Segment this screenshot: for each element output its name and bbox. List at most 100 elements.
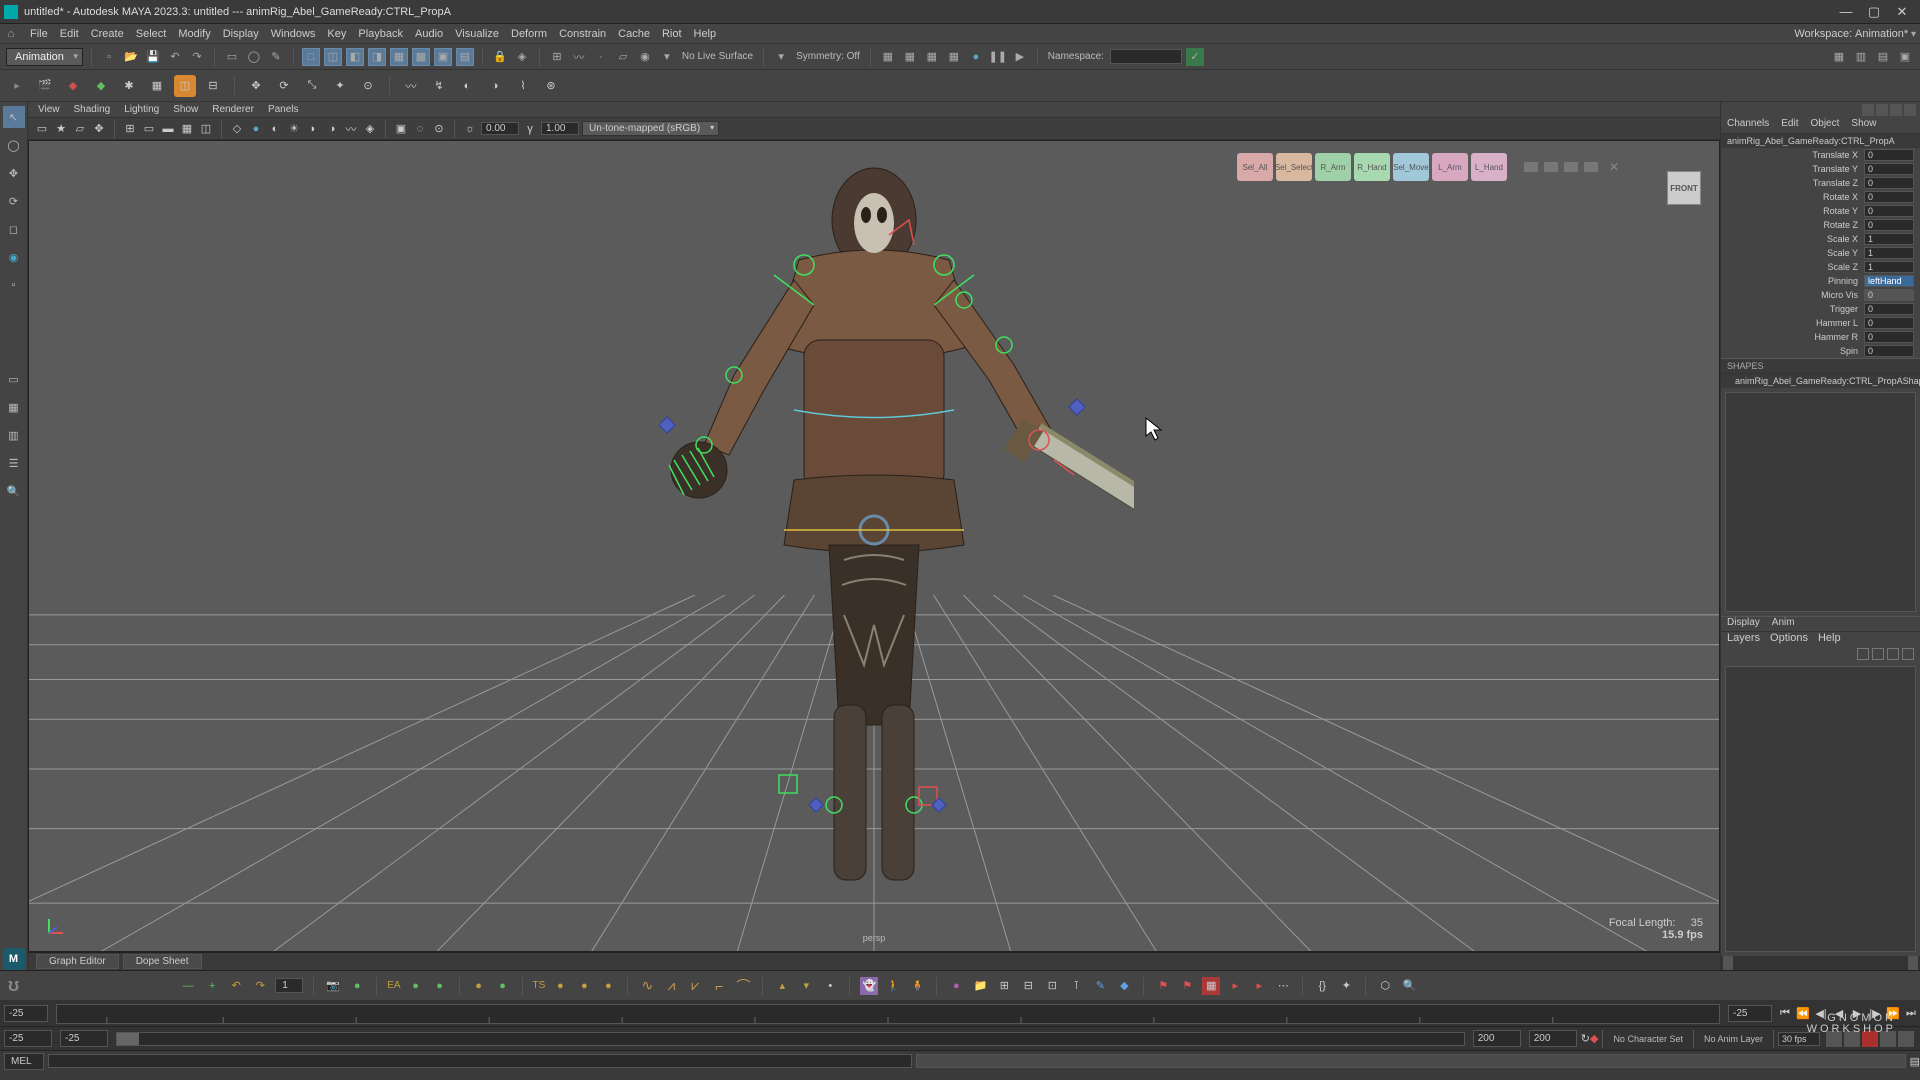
shelf-wire-icon[interactable]: ⌇ [512, 75, 534, 97]
anim-dot8-icon[interactable]: ● [599, 977, 617, 995]
anim-snap3-icon[interactable]: • [821, 977, 839, 995]
menu-file[interactable]: File [30, 28, 48, 40]
picker-sel-select[interactable]: Sel_Select [1276, 153, 1312, 181]
cb-toggle-4[interactable] [1904, 104, 1916, 116]
tab-display[interactable]: Display [1727, 617, 1760, 631]
layer-new-selected-icon[interactable] [1902, 648, 1914, 660]
vp-wireframe-icon[interactable]: ◇ [229, 121, 245, 137]
time-slider[interactable]: -25 -25 ⏮ ⏪ ◀| ◀ ▶ |▶ ⏩ ⏭ [0, 1001, 1920, 1027]
shelf-constraint-icon[interactable]: ⊟ [202, 75, 224, 97]
anim-layer-status[interactable]: No Anim Layer [1704, 1034, 1763, 1044]
selected-object-name[interactable]: animRig_Abel_GameReady:CTRL_PropA [1721, 134, 1920, 148]
select-by-hierarchy-icon[interactable]: ◧ [346, 48, 364, 66]
attr-label[interactable]: Rotate Y [1727, 206, 1864, 216]
anim-cam-icon[interactable]: 📷 [324, 977, 342, 995]
attr-value[interactable]: 0 [1864, 163, 1914, 175]
render-settings-icon[interactable]: ▦ [945, 48, 963, 66]
cb-toggle-1[interactable] [1862, 104, 1874, 116]
play-step-fwd-icon[interactable]: ⏩ [1885, 1006, 1901, 1022]
last-tool[interactable]: ◉ [3, 246, 25, 268]
shelf-skin-icon[interactable]: ◐ [456, 75, 478, 97]
shelf-joint-icon[interactable]: ⊙ [357, 75, 379, 97]
vp-shaded-icon[interactable]: ● [248, 121, 264, 137]
layer-menu-layers[interactable]: Layers [1727, 632, 1760, 646]
fps-field[interactable]: 30 fps [1778, 1032, 1820, 1046]
anim-dot5-icon[interactable]: ● [494, 977, 512, 995]
picker-icon-1[interactable] [1524, 162, 1538, 172]
anim-ts-label[interactable]: TS [533, 980, 546, 991]
lock-icon[interactable]: 🔒 [491, 48, 509, 66]
attr-label[interactable]: Pinning [1727, 276, 1864, 286]
menu-modify[interactable]: Modify [178, 28, 210, 40]
render-pause-icon[interactable]: ❚❚ [989, 48, 1007, 66]
menu-playback[interactable]: Playback [358, 28, 403, 40]
anim-pencil-icon[interactable]: ✎ [1091, 977, 1109, 995]
menu-constrain[interactable]: Constrain [559, 28, 606, 40]
layer-menu-help[interactable]: Help [1818, 632, 1841, 646]
anim-ea-label[interactable]: EA [387, 980, 400, 991]
anim-grid3-icon[interactable]: ⊡ [1043, 977, 1061, 995]
minimize-button[interactable]: — [1832, 2, 1860, 22]
vp-textured-icon[interactable]: ◐ [267, 121, 283, 137]
tangent-clamped-icon[interactable]: ⩗ [686, 977, 704, 995]
select-by-object-icon[interactable]: □ [302, 48, 320, 66]
scale-tool[interactable]: ◻ [3, 218, 25, 240]
snap-live-icon[interactable]: ◉ [636, 48, 654, 66]
attr-label[interactable]: Scale X [1727, 234, 1864, 244]
play-step-back-icon[interactable]: ⏪ [1795, 1006, 1811, 1022]
range-handle[interactable] [117, 1033, 139, 1045]
character-set-status[interactable]: No Character Set [1613, 1034, 1683, 1044]
scroll-left-icon[interactable] [1723, 956, 1733, 970]
layer-new-empty-icon[interactable] [1887, 648, 1899, 660]
cb-toggle-2[interactable] [1876, 104, 1888, 116]
render-play-icon[interactable]: ▶ [1011, 48, 1029, 66]
picker-icon-4[interactable] [1584, 162, 1598, 172]
open-scene-icon[interactable]: 📂 [122, 48, 140, 66]
attr-value[interactable]: 1 [1864, 261, 1914, 273]
snap-grid-icon[interactable]: ⊞ [548, 48, 566, 66]
select-by-component-icon[interactable]: ◫ [324, 48, 342, 66]
vp-exposure-icon[interactable]: ☼ [462, 121, 478, 137]
tab-channels[interactable]: Channels [1727, 118, 1769, 133]
anim-key-field[interactable]: 1 [275, 978, 303, 993]
select-mask-2[interactable]: ▦ [390, 48, 408, 66]
tangent-linear-icon[interactable]: ⩘ [662, 977, 680, 995]
menu-cache[interactable]: Cache [618, 28, 650, 40]
shelf-rotate-icon[interactable]: ⟳ [273, 75, 295, 97]
shelf-cluster-icon[interactable]: ✱ [118, 75, 140, 97]
attr-value[interactable]: 1 [1864, 247, 1914, 259]
menu-key[interactable]: Key [327, 28, 346, 40]
anim-grid2-icon[interactable]: ⊟ [1019, 977, 1037, 995]
attr-label[interactable]: Rotate X [1727, 192, 1864, 202]
shelf-lattice-icon[interactable]: ▦ [146, 75, 168, 97]
attr-value[interactable]: 0 [1864, 219, 1914, 231]
shelf-blend-icon[interactable]: ◑ [484, 75, 506, 97]
construction-history-icon[interactable]: ▦ [879, 48, 897, 66]
snap-plane-icon[interactable]: ▱ [614, 48, 632, 66]
panel-layout-3-icon[interactable]: ▤ [1874, 48, 1892, 66]
sync-icon[interactable] [1880, 1031, 1896, 1047]
select-mask-3[interactable]: ▩ [412, 48, 430, 66]
range-inner-start-field[interactable]: -25 [60, 1030, 108, 1047]
blank-tool[interactable]: ▫ [3, 274, 25, 296]
range-slider[interactable]: -25 -25 200 200 ↻ ◆ No Character Set No … [0, 1027, 1920, 1051]
ipr-icon[interactable]: ▦ [923, 48, 941, 66]
range-end-field[interactable]: 200 [1529, 1030, 1577, 1047]
tab-object[interactable]: Object [1811, 118, 1840, 133]
move-tool[interactable]: ✥ [3, 162, 25, 184]
paint-select-icon[interactable]: ✎ [267, 48, 285, 66]
anim-red-icon[interactable]: ▦ [1202, 977, 1220, 995]
range-key-icon[interactable]: ◆ [1590, 1032, 1598, 1045]
picker-sel-all[interactable]: Sel_All [1237, 153, 1273, 181]
shelf-key-icon[interactable]: ◆ [62, 75, 84, 97]
panel-layout-4-icon[interactable]: ▣ [1896, 48, 1914, 66]
vp-image-plane-icon[interactable]: ▱ [72, 121, 88, 137]
vp-lights-icon[interactable]: ☀ [286, 121, 302, 137]
attr-label[interactable]: Micro Vis [1727, 290, 1864, 300]
anim-dot7-icon[interactable]: ● [575, 977, 593, 995]
record-icon[interactable] [1862, 1031, 1878, 1047]
attr-label[interactable]: Scale Z [1727, 262, 1864, 272]
layer-move-down-icon[interactable] [1872, 648, 1884, 660]
panel-layout-2-icon[interactable]: ▥ [1852, 48, 1870, 66]
character-mesh[interactable] [614, 165, 1134, 895]
